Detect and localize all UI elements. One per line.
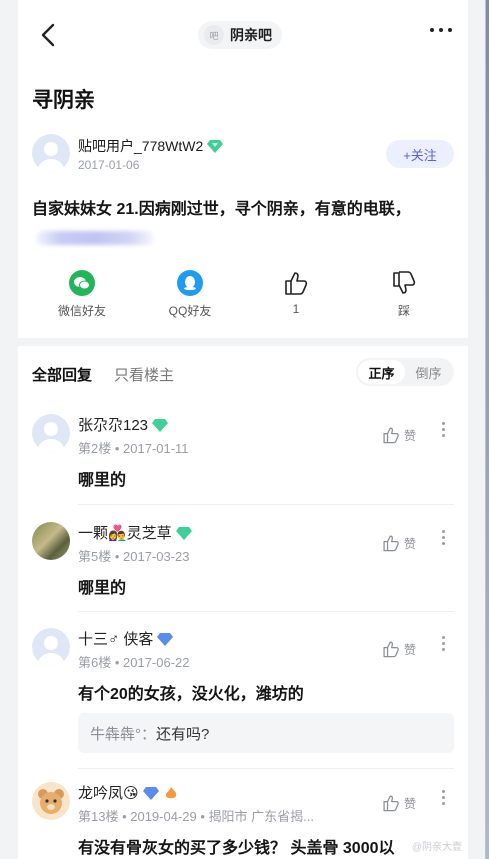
post-content-text: 自家妹妹女 21.因病刚过世，寻个阴亲，有意的电联， (32, 201, 411, 218)
divider (78, 504, 454, 505)
sub-reply-text: 还有吗? (156, 725, 210, 743)
avatar[interactable] (32, 782, 70, 820)
reply-meta: 第6楼 • 2017-06-22 (78, 655, 190, 670)
reply-author: 一颗👩‍❤️‍👨灵芝草 (78, 525, 172, 542)
level-badge-icon (207, 140, 224, 153)
reply-like-label: 赞 (404, 642, 417, 657)
reply-author: 张尕尕123 (78, 417, 149, 434)
reply-like-button[interactable]: 赞 (382, 640, 416, 658)
level-badge-icon (157, 632, 174, 646)
share-qq-label: QQ好友 (168, 304, 212, 318)
tab-all-replies[interactable]: 全部回复 (32, 364, 92, 385)
author-avatar[interactable] (32, 134, 70, 172)
reply-meta: 第2楼 • 2017-01-11 (78, 441, 189, 456)
avatar[interactable] (32, 414, 70, 452)
reply-meta: 第13楼 • 2019-04-29 • 揭阳市 广东省揭... (78, 809, 314, 824)
reply-text: 有没有骨灰女的买了多少钱？ 头盖骨 3000以 (78, 840, 395, 857)
bear-avatar-icon (38, 789, 64, 814)
thumbs-down-icon (393, 271, 416, 294)
reply-more-icon[interactable] (442, 422, 445, 437)
replies-section: 全部回复 只看楼主 正序 倒序 张尕尕123 第2楼 • 2017-01-11 … (18, 346, 468, 859)
reply-text: 有个20的女孩，没火化，潍坊的 (78, 686, 304, 703)
forum-name: 阴亲吧 (230, 27, 272, 43)
avatar[interactable] (32, 522, 70, 560)
reply-like-button[interactable]: 赞 (382, 794, 416, 812)
dislike-button[interactable]: 踩 (364, 270, 444, 319)
reply-author-row[interactable]: 张尕尕123 (78, 414, 169, 435)
like-button[interactable]: 1 (256, 270, 336, 316)
thumbs-up-icon (383, 427, 399, 444)
reply-like-button[interactable]: 赞 (382, 534, 416, 552)
share-qq-button[interactable]: QQ好友 (150, 270, 230, 319)
level-badge-icon (175, 526, 192, 540)
reply-text: 哪里的 (78, 580, 127, 597)
post-content: 自家妹妹女 21.因病刚过世，寻个阴亲，有意的电联， (32, 196, 452, 252)
reply-like-label: 赞 (404, 428, 417, 443)
top-bar: 吧 阴亲吧 (18, 0, 468, 72)
reply-like-button[interactable]: 赞 (382, 426, 416, 444)
thumbs-up-icon (383, 641, 399, 658)
author-name-row[interactable]: 贴吧用户_778WtW2 (78, 136, 224, 156)
qq-icon (177, 270, 203, 296)
reply-more-icon[interactable] (442, 530, 445, 545)
divider (78, 611, 454, 612)
reply-author-row[interactable]: 龙吟凤😘 (78, 782, 179, 803)
share-actions: 微信好友 QQ好友 1 踩 (18, 270, 468, 330)
divider (78, 768, 454, 769)
sub-reply[interactable]: 牛犇犇°： 还有吗? (78, 713, 454, 753)
post-title: 寻阴亲 (32, 89, 95, 112)
post-date: 2017-01-06 (78, 158, 140, 172)
sort-toggle: 正序 倒序 (356, 358, 454, 386)
reply-like-label: 赞 (404, 796, 417, 811)
more-menu-icon[interactable] (430, 28, 452, 32)
thumbs-up-icon (383, 795, 399, 812)
share-wechat-button[interactable]: 微信好友 (42, 270, 122, 319)
post-card: 寻阴亲 贴吧用户_778WtW2 2017-01-06 +关注 自家妹妹女 21… (18, 72, 468, 338)
sub-reply-author: 牛犇犇°： (90, 725, 156, 743)
back-arrow-icon[interactable] (38, 22, 60, 48)
thumbs-up-icon (285, 272, 308, 295)
reply-like-label: 赞 (404, 536, 417, 551)
share-wechat-label: 微信好友 (57, 304, 106, 318)
follow-button[interactable]: +关注 (386, 140, 454, 168)
reply-tabs: 全部回复 只看楼主 (32, 364, 174, 385)
level-badge-icon (142, 786, 159, 800)
blurred-phone-number (36, 230, 154, 245)
author-name: 贴吧用户_778WtW2 (78, 138, 204, 154)
reply-more-icon[interactable] (442, 636, 445, 651)
like-count: 1 (292, 302, 300, 316)
wechat-icon (69, 270, 95, 296)
fire-badge-icon (165, 786, 176, 798)
avatar[interactable] (32, 628, 70, 666)
watermark: @阴亲大壹 (411, 842, 462, 853)
forum-pill[interactable]: 吧 阴亲吧 (198, 21, 282, 49)
dislike-label: 踩 (397, 304, 410, 318)
tab-op-only[interactable]: 只看楼主 (114, 364, 174, 385)
reply-author: 龙吟凤😘 (78, 785, 139, 802)
phone-screen: 吧 阴亲吧 寻阴亲 贴吧用户_778WtW2 2017-01-06 +关注 自家… (0, 0, 486, 859)
sort-asc-button[interactable]: 正序 (358, 360, 405, 384)
sort-desc-button[interactable]: 倒序 (405, 360, 452, 384)
reply-more-icon[interactable] (442, 790, 445, 805)
thumbs-up-icon (383, 535, 399, 552)
reply-meta: 第5楼 • 2017-03-23 (78, 549, 190, 564)
reply-author-row[interactable]: 一颗👩‍❤️‍👨灵芝草 (78, 522, 192, 543)
reply-author-row[interactable]: 十三♂ 侠客 (78, 628, 174, 649)
reply-text: 哪里的 (78, 472, 127, 489)
forum-avatar: 吧 (204, 25, 224, 45)
reply-author: 十三♂ 侠客 (78, 631, 154, 648)
level-badge-icon (152, 418, 169, 432)
